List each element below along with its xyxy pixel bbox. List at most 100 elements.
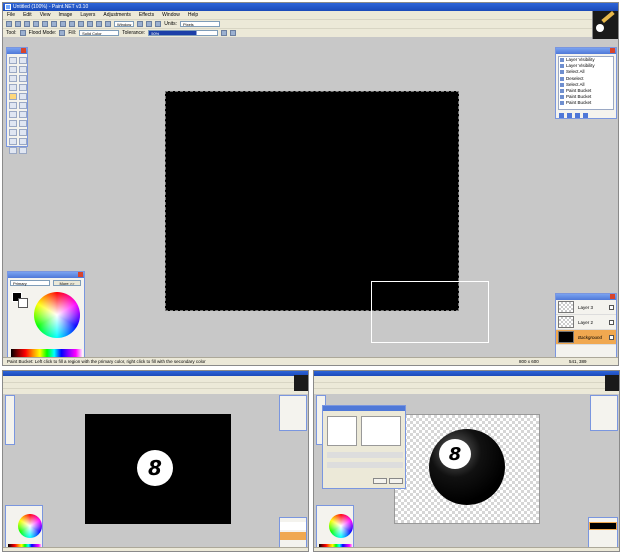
pan-icon[interactable] — [19, 84, 27, 91]
layer-thumbnail — [558, 331, 574, 343]
layer-row[interactable]: Layer 2 — [556, 315, 616, 330]
cut-icon[interactable] — [42, 21, 48, 27]
line-icon[interactable] — [19, 129, 27, 136]
layer-visibility-checkbox[interactable] — [609, 304, 614, 310]
units-dropdown[interactable]: Pixels — [180, 21, 221, 27]
redo-history-icon[interactable] — [575, 113, 580, 118]
menu-window[interactable]: Window — [162, 11, 180, 19]
layer-row-selected[interactable]: Background — [556, 330, 616, 345]
crop-icon[interactable] — [69, 21, 75, 27]
options-bar: Tool: Flood Mode: Fill: Solid Color Tole… — [3, 28, 618, 37]
text-icon[interactable] — [9, 129, 17, 136]
new-icon[interactable] — [6, 21, 12, 27]
fast-forward-icon[interactable] — [583, 113, 588, 118]
copy-icon[interactable] — [51, 21, 57, 27]
color-wheel[interactable] — [34, 292, 80, 338]
tolerance-slider[interactable]: 50% — [148, 30, 219, 36]
save-icon[interactable] — [24, 21, 30, 27]
undo-history-icon[interactable] — [567, 113, 572, 118]
image-canvas[interactable]: 8 — [394, 414, 540, 524]
paintbrush-icon[interactable] — [9, 102, 17, 109]
color-picker-icon[interactable] — [19, 111, 27, 118]
close-icon[interactable] — [21, 48, 26, 53]
layer-visibility-checkbox[interactable] — [609, 334, 614, 340]
layer-name: Layer 3 — [578, 304, 594, 310]
close-icon[interactable] — [78, 272, 83, 277]
close-icon[interactable] — [610, 48, 615, 53]
eraser-icon[interactable] — [19, 102, 27, 109]
history-panel — [590, 395, 618, 431]
ok-button[interactable] — [373, 478, 387, 484]
ellipse-icon[interactable] — [9, 147, 17, 154]
color-wheel[interactable] — [18, 514, 42, 538]
paint-bucket-icon[interactable] — [19, 30, 26, 36]
rounded-rectangle-icon[interactable] — [19, 138, 27, 145]
menu-file[interactable]: File — [7, 11, 15, 19]
paste-icon[interactable] — [60, 21, 66, 27]
clone-stamp-icon[interactable] — [9, 120, 17, 127]
paint-bucket-tool-icon[interactable] — [9, 93, 17, 100]
rewind-icon[interactable] — [559, 113, 564, 118]
gradient-icon[interactable] — [19, 93, 27, 100]
title-bar: Untitled (100%) - Paint.NET v3.10 — [3, 3, 618, 11]
layers-panel: Layer 3 Layer 2 Background — [555, 293, 617, 359]
image-canvas[interactable] — [165, 91, 459, 311]
main-screenshot: Untitled (100%) - Paint.NET v3.10 File E… — [2, 2, 619, 366]
menu-adjustments[interactable]: Adjustments — [103, 11, 131, 19]
units-label: Units: — [164, 21, 178, 27]
freeform-shape-icon[interactable] — [19, 147, 27, 154]
window-zoom-dropdown[interactable]: Window — [114, 21, 135, 27]
colors-panel — [5, 505, 43, 549]
zoom-out-icon[interactable] — [146, 21, 153, 27]
layer-row[interactable]: Layer 3 — [556, 300, 616, 315]
fill-dropdown[interactable]: Solid Color — [79, 30, 120, 36]
rectangle-select-icon[interactable] — [9, 57, 17, 64]
deselect-icon[interactable] — [78, 21, 84, 27]
status-bar — [3, 547, 308, 551]
status-bar — [314, 547, 619, 551]
color-mode-dropdown[interactable]: Primary — [10, 280, 50, 286]
blend-mode-icon[interactable] — [230, 30, 237, 36]
magic-wand-icon[interactable] — [9, 84, 17, 91]
window-title: Untitled (100%) - Paint.NET v3.10 — [13, 4, 89, 10]
secondary-color-swatch[interactable] — [18, 298, 28, 308]
fill-label: Fill: — [68, 30, 77, 36]
layers-panel — [588, 517, 618, 549]
open-icon[interactable] — [15, 21, 21, 27]
color-wheel[interactable] — [329, 514, 353, 538]
color-palette[interactable] — [11, 349, 83, 357]
pencil-icon[interactable] — [9, 111, 17, 118]
move-icon[interactable] — [19, 57, 27, 64]
antialias-icon[interactable] — [221, 30, 228, 36]
paintnet-logo — [592, 10, 618, 39]
ruler-icon[interactable] — [155, 21, 162, 27]
flood-mode-icon[interactable] — [59, 30, 66, 36]
menu-edit[interactable]: Edit — [23, 11, 32, 19]
layer-visibility-checkbox[interactable] — [609, 319, 614, 325]
dialog-window — [322, 405, 406, 489]
menu-effects[interactable]: Effects — [139, 11, 154, 19]
ball-number: 8 — [148, 456, 162, 480]
zoom-in-icon[interactable] — [137, 21, 144, 27]
menu-layers[interactable]: Layers — [80, 11, 95, 19]
menu-help[interactable]: Help — [188, 11, 198, 19]
paintnet-logo — [294, 375, 308, 391]
recolor-icon[interactable] — [19, 120, 27, 127]
menu-image[interactable]: Image — [58, 11, 72, 19]
undo-icon[interactable] — [87, 21, 93, 27]
more-button[interactable]: More >> — [53, 280, 81, 286]
cancel-button[interactable] — [389, 478, 403, 484]
menu-view[interactable]: View — [40, 11, 51, 19]
ellipse-select-icon[interactable] — [9, 75, 17, 82]
close-icon[interactable] — [610, 294, 615, 299]
move-selection-icon[interactable] — [19, 66, 27, 73]
image-canvas[interactable]: 8 — [85, 414, 231, 524]
print-icon[interactable] — [33, 21, 39, 27]
zoom-icon[interactable] — [19, 75, 27, 82]
grid-icon[interactable] — [105, 21, 111, 27]
lasso-icon[interactable] — [9, 66, 17, 73]
redo-icon[interactable] — [96, 21, 102, 27]
history-item[interactable]: Paint Bucket — [559, 100, 613, 106]
thumbnail-screenshot-3: 8 — [313, 370, 620, 552]
rectangle-icon[interactable] — [9, 138, 17, 145]
